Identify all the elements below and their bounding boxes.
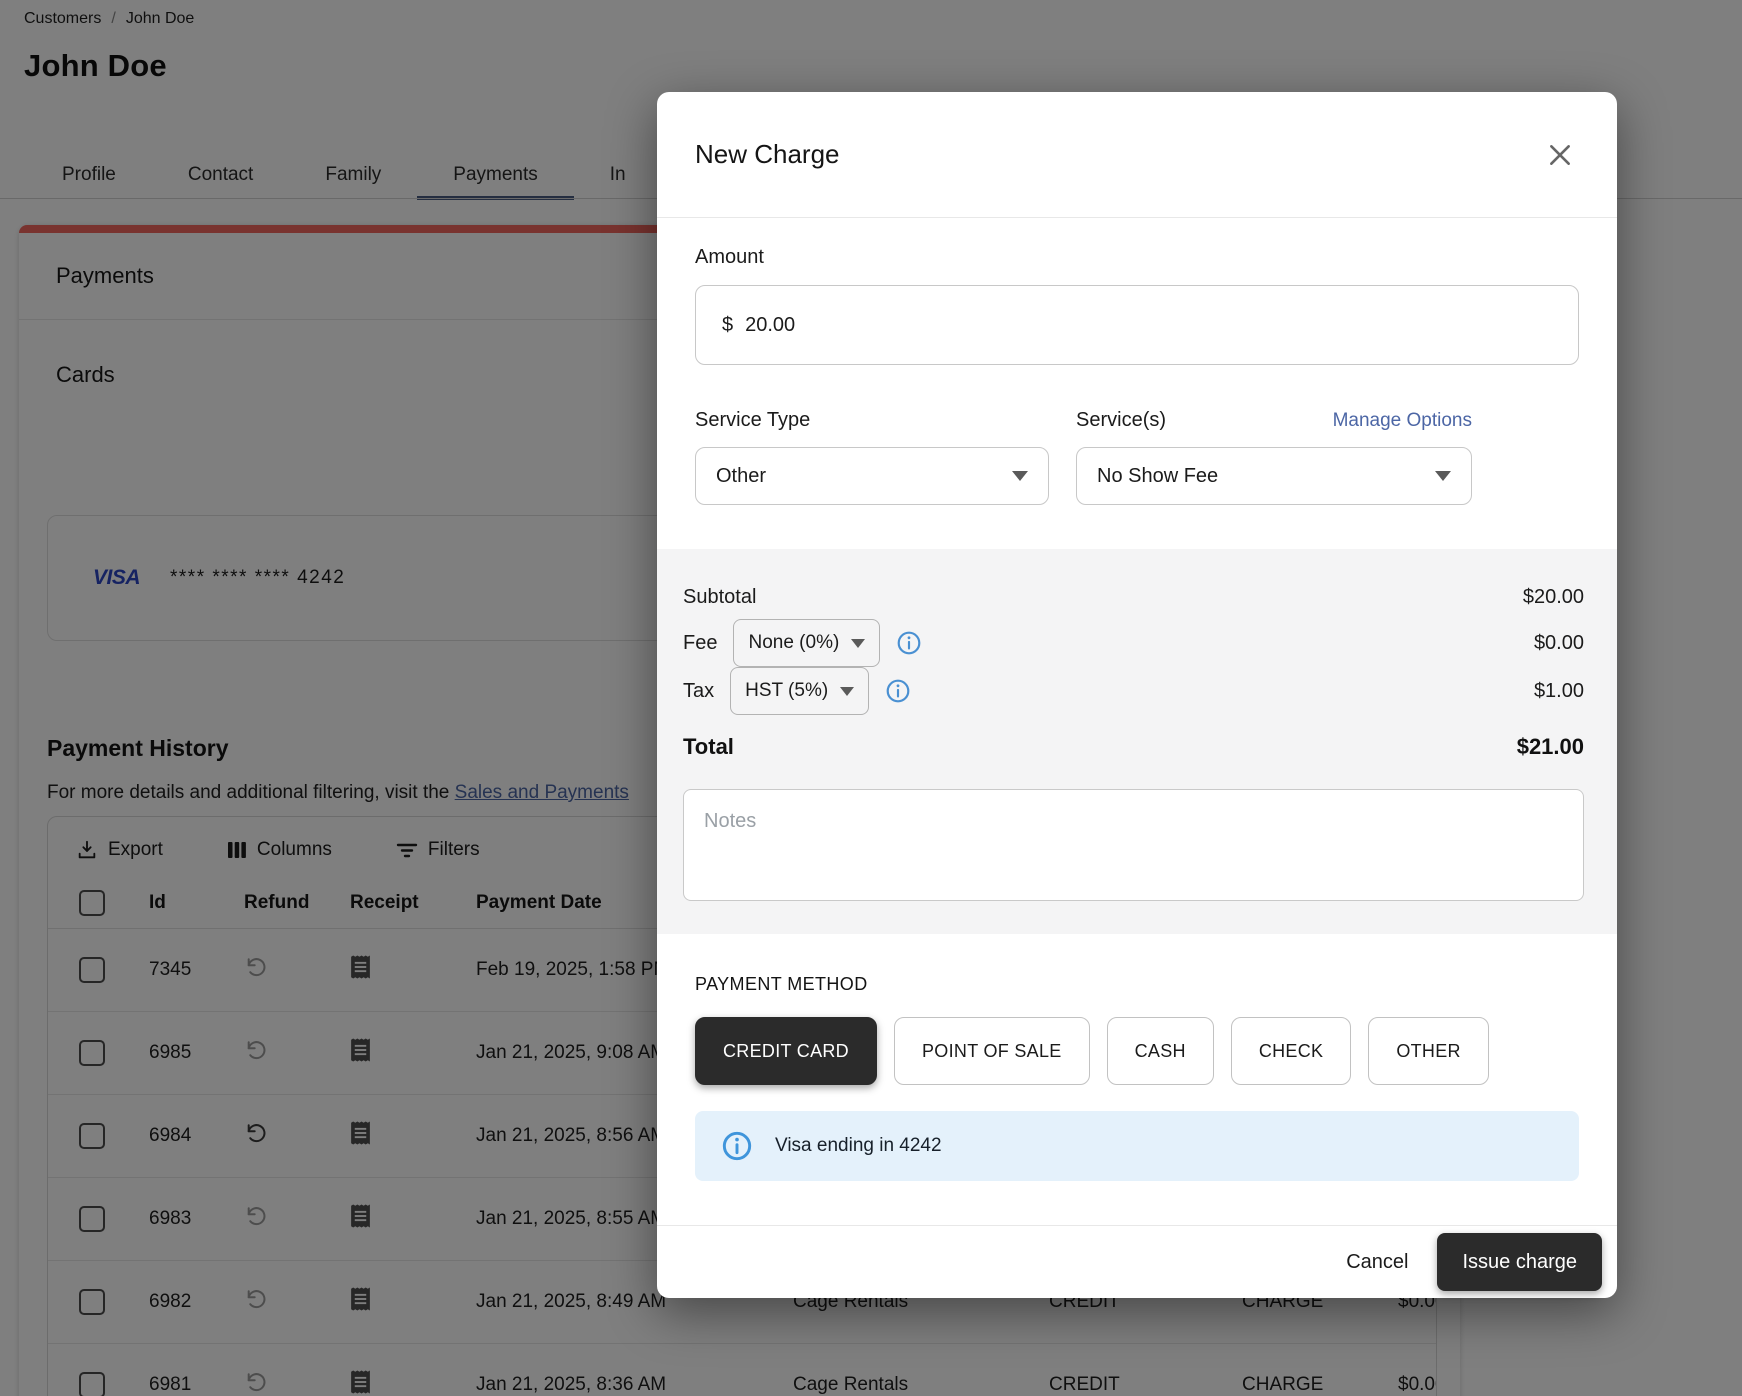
payment-method-button-label: CREDIT CARD — [723, 1040, 849, 1061]
chevron-down-icon — [1012, 471, 1028, 481]
fee-option: None (0%) — [748, 632, 840, 653]
chevron-down-icon — [1435, 471, 1451, 481]
payment-method-button-label: POINT OF SALE — [921, 1040, 1062, 1061]
tax-info-icon[interactable] — [885, 678, 911, 704]
screen: Customers / John Doe John Doe ProfileCon… — [0, 0, 1742, 1396]
modal-title: New Charge — [695, 139, 840, 169]
tax-line: Tax HST (5%) $1.00 — [683, 667, 1584, 715]
fee-label: Fee — [683, 631, 718, 654]
card-info-banner: Visa ending in 4242 — [695, 1111, 1579, 1181]
charge-summary: Subtotal $20.00 Fee None (0%) $0.00 Tax … — [657, 549, 1617, 934]
modal-footer: Cancel Issue charge — [657, 1225, 1617, 1298]
amount-value: 20.00 — [745, 313, 796, 336]
payment-method-options: CREDIT CARD POINT OF SALE CASH CHECK OTHER — [695, 1017, 1579, 1085]
services-select[interactable]: No Show Fee — [1076, 447, 1472, 505]
total-label: Total — [683, 734, 734, 759]
payment-method-point-of-sale[interactable]: POINT OF SALE — [893, 1017, 1090, 1085]
payment-method-check[interactable]: CHECK — [1230, 1017, 1352, 1085]
payment-method-credit-card[interactable]: CREDIT CARD — [695, 1017, 877, 1085]
services-value: No Show Fee — [1097, 464, 1219, 487]
services-label: Service(s) — [1076, 409, 1167, 431]
subtotal-line: Subtotal $20.00 — [683, 575, 1584, 619]
tax-value: $1.00 — [1533, 679, 1584, 702]
tax-select[interactable]: HST (5%) — [730, 667, 870, 715]
service-type-value: Other — [716, 464, 767, 487]
subtotal-value: $20.00 — [1522, 585, 1584, 608]
payment-method-button-label: CASH — [1134, 1040, 1186, 1061]
payment-method-other[interactable]: OTHER — [1368, 1017, 1489, 1085]
amount-input[interactable]: $ 20.00 — [695, 285, 1579, 365]
cancel-button[interactable]: Cancel — [1346, 1251, 1408, 1274]
service-type-select[interactable]: Other — [695, 447, 1049, 505]
close-icon[interactable] — [1545, 140, 1575, 170]
tax-label: Tax — [683, 679, 715, 702]
fee-info-icon[interactable] — [896, 630, 922, 656]
fee-value: $0.00 — [1533, 631, 1584, 654]
payment-method-cash[interactable]: CASH — [1106, 1017, 1214, 1085]
modal-body: Amount $ 20.00 Service Type Other Servic… — [657, 218, 1617, 1225]
payment-method-button-label: CHECK — [1258, 1040, 1324, 1061]
issue-charge-button[interactable]: Issue charge — [1437, 1233, 1602, 1291]
chevron-down-icon — [840, 686, 855, 696]
total-line: Total $21.00 — [683, 725, 1584, 769]
banner-text: Visa ending in 4242 — [775, 1135, 942, 1156]
fee-line: Fee None (0%) $0.00 — [683, 619, 1584, 667]
tax-option: HST (5%) — [745, 680, 829, 701]
manage-options-link[interactable]: Manage Options — [1333, 410, 1472, 432]
new-charge-modal: New Charge Amount $ 20.00 Service Type O… — [657, 92, 1617, 1298]
info-icon — [721, 1130, 753, 1162]
modal-header: New Charge — [657, 92, 1617, 218]
amount-label: Amount — [695, 246, 764, 268]
payment-method-button-label: OTHER — [1396, 1040, 1461, 1061]
payment-method-label: PAYMENT METHOD — [695, 974, 868, 994]
notes-input[interactable] — [683, 789, 1584, 901]
total-value: $21.00 — [1516, 734, 1584, 759]
service-type-label: Service Type — [695, 409, 811, 431]
subtotal-label: Subtotal — [683, 585, 757, 608]
chevron-down-icon — [851, 638, 866, 648]
service-row: Service Type Other Service(s) Manage Opt… — [695, 409, 1579, 505]
fee-select[interactable]: None (0%) — [733, 619, 881, 667]
currency-symbol: $ — [722, 313, 734, 336]
